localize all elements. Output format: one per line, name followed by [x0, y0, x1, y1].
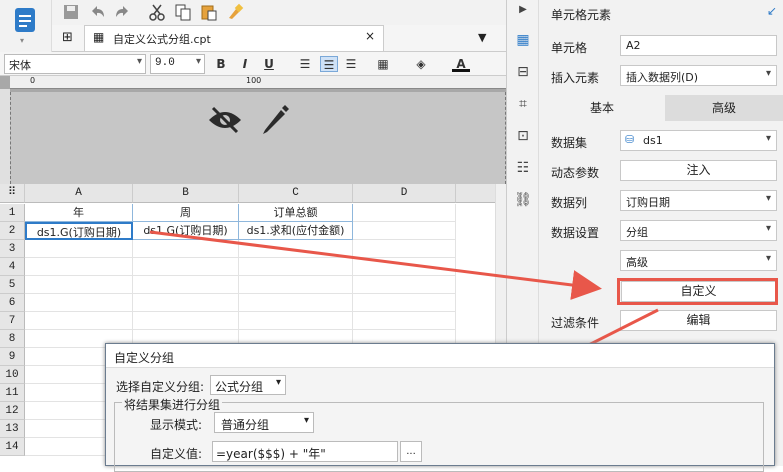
display-mode-label: 显示模式: [150, 418, 203, 432]
display-mode-value: 普通分组 [221, 418, 270, 432]
chevron-down-icon: ▾ [303, 415, 309, 426]
fieldset-title: 将结果集进行分组 [122, 396, 223, 413]
chevron-down-icon: ▾ [275, 377, 281, 388]
formula-editor-button[interactable]: ... [400, 441, 422, 462]
custom-group-dialog: 自定义分组 选择自定义分组: 公式分组 ▾ 将结果集进行分组 显示模式: 普通分组… [105, 343, 775, 472]
select-group-label: 选择自定义分组: [116, 380, 205, 394]
arrow-to-custom [149, 230, 602, 300]
group-type-select[interactable]: 公式分组 ▾ [210, 375, 286, 395]
dialog-title: 自定义分组 [106, 344, 774, 368]
group-type-value: 公式分组 [215, 380, 264, 394]
custom-value-input[interactable]: =year($$$) + "年" [212, 441, 398, 462]
custom-value-label: 自定义值: [150, 447, 203, 461]
display-mode-select[interactable]: 普通分组 ▾ [214, 412, 314, 433]
